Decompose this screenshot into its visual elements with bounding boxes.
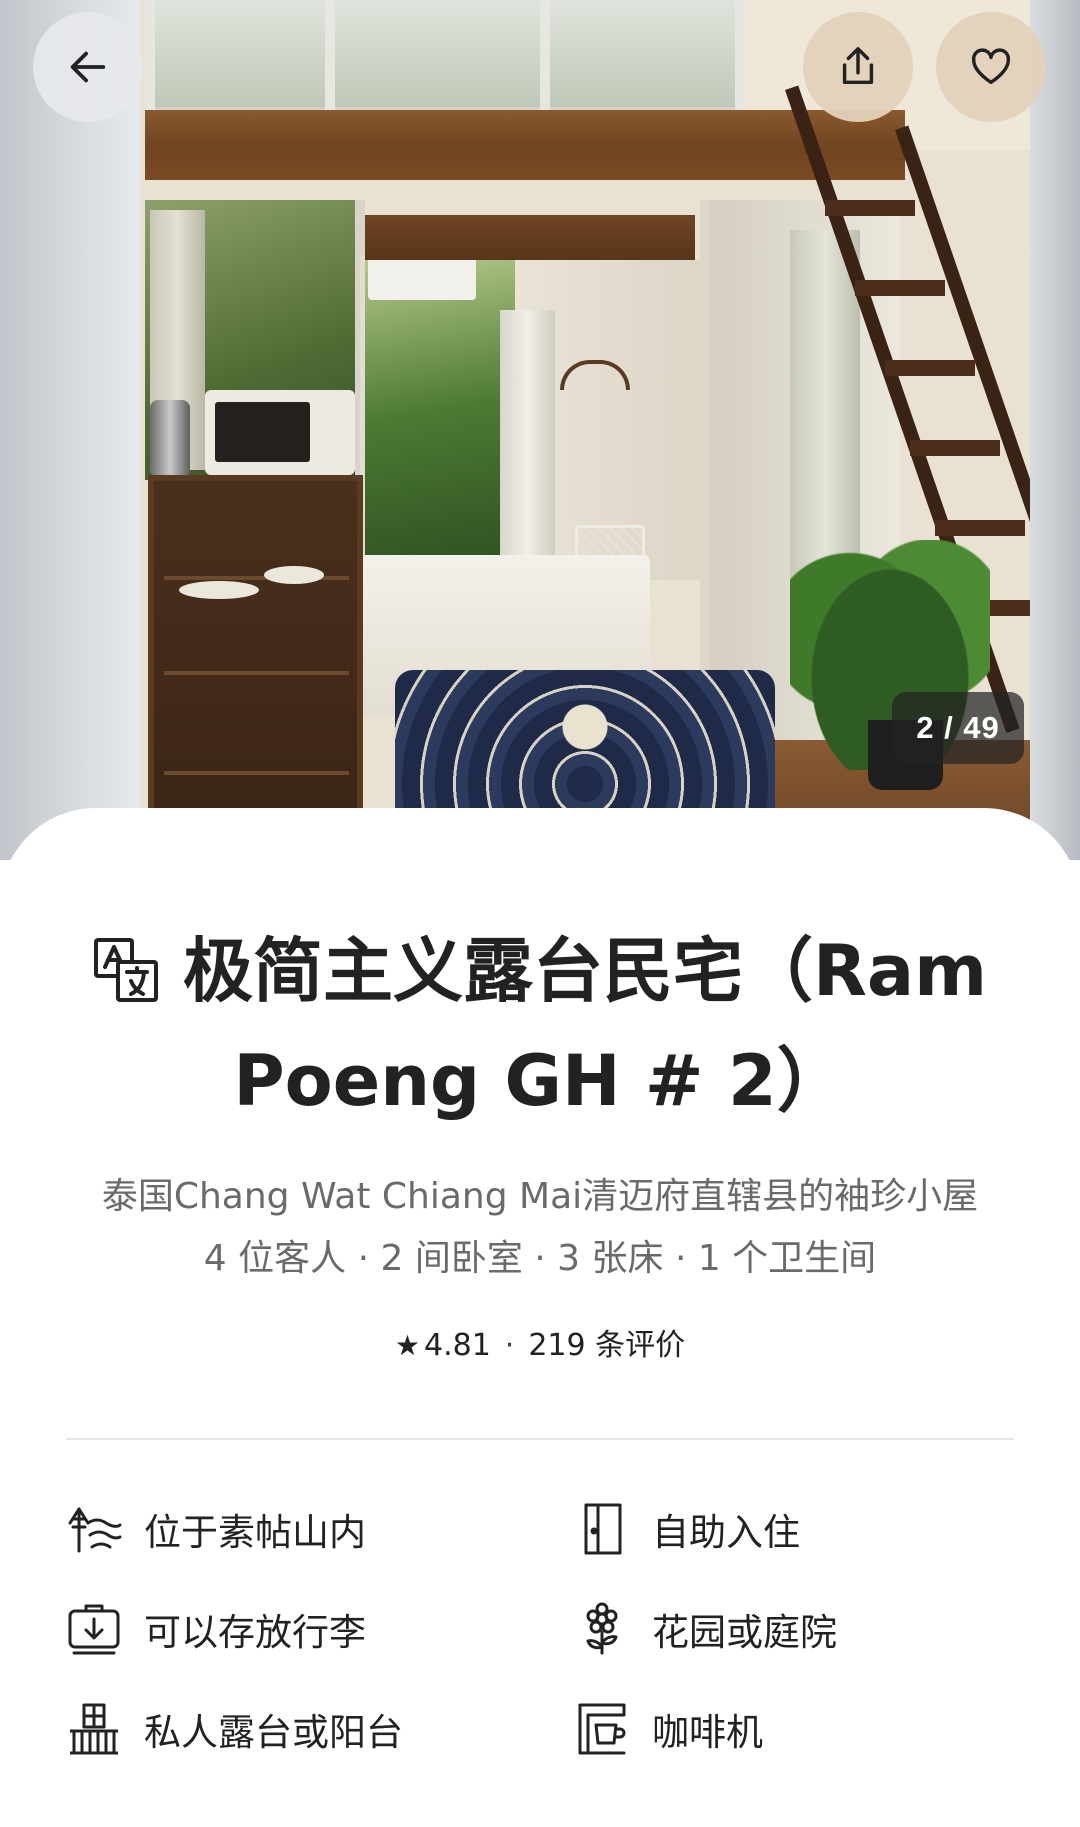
feature-item: 咖啡机 — [574, 1694, 763, 1764]
coffee-maker-icon — [578, 1703, 626, 1755]
share-icon — [842, 47, 874, 85]
luggage-storage-icon — [68, 1604, 120, 1655]
mountain-icon — [68, 1507, 122, 1553]
feature-item: 自助入住 — [574, 1494, 800, 1564]
translate-icon[interactable] — [93, 937, 159, 1003]
listing-capacity: 4 位客人 · 2 间卧室 · 3 张床 · 1 个卫生间 — [203, 1238, 877, 1279]
feature-item: 可以存放行李 — [66, 1594, 366, 1664]
photo-counter: 2 / 49 — [892, 692, 1024, 764]
heart-icon — [971, 48, 1011, 85]
listing-location: 泰国Chang Wat Chiang Mai清迈府直辖县的袖珍小屋 — [101, 1176, 979, 1217]
back-arrow-icon — [70, 51, 106, 83]
star-icon: ★ — [394, 1329, 420, 1362]
review-count-link[interactable]: 219 条评价 — [528, 1328, 685, 1363]
share-button[interactable] — [803, 12, 913, 122]
back-button[interactable] — [33, 12, 143, 122]
balcony-icon — [70, 1703, 118, 1755]
listing-subtitle: 泰国Chang Wat Chiang Mai清迈府直辖县的袖珍小屋 4 位客人 … — [40, 1166, 1040, 1290]
listing-details-sheet: 极简主义露台民宅（Ram Poeng GH # 2） 泰国Chang Wat C… — [0, 808, 1080, 1827]
flower-icon — [586, 1602, 618, 1655]
section-divider — [66, 1438, 1014, 1440]
listing-title: 极简主义露台民宅（Ram Poeng GH # 2） — [70, 916, 1010, 1136]
rating-separator: · — [504, 1328, 515, 1363]
rating-summary[interactable]: ★ 4.81 · 219 条评价 — [0, 1320, 1080, 1364]
rating-score: 4.81 — [423, 1328, 491, 1363]
feature-item: 位于素帖山内 — [66, 1494, 366, 1564]
feature-item: 花园或庭院 — [574, 1594, 837, 1664]
listing-title-block: 极简主义露台民宅（Ram Poeng GH # 2） — [70, 916, 1010, 1136]
listing-detail-page: 2 / 49 极简主义露台民宅（Ram Poeng GH # 2） 泰国Chan… — [0, 0, 1080, 1827]
favorite-button[interactable] — [936, 12, 1046, 122]
feature-item: 私人露台或阳台 — [66, 1694, 403, 1764]
door-icon — [584, 1503, 622, 1555]
